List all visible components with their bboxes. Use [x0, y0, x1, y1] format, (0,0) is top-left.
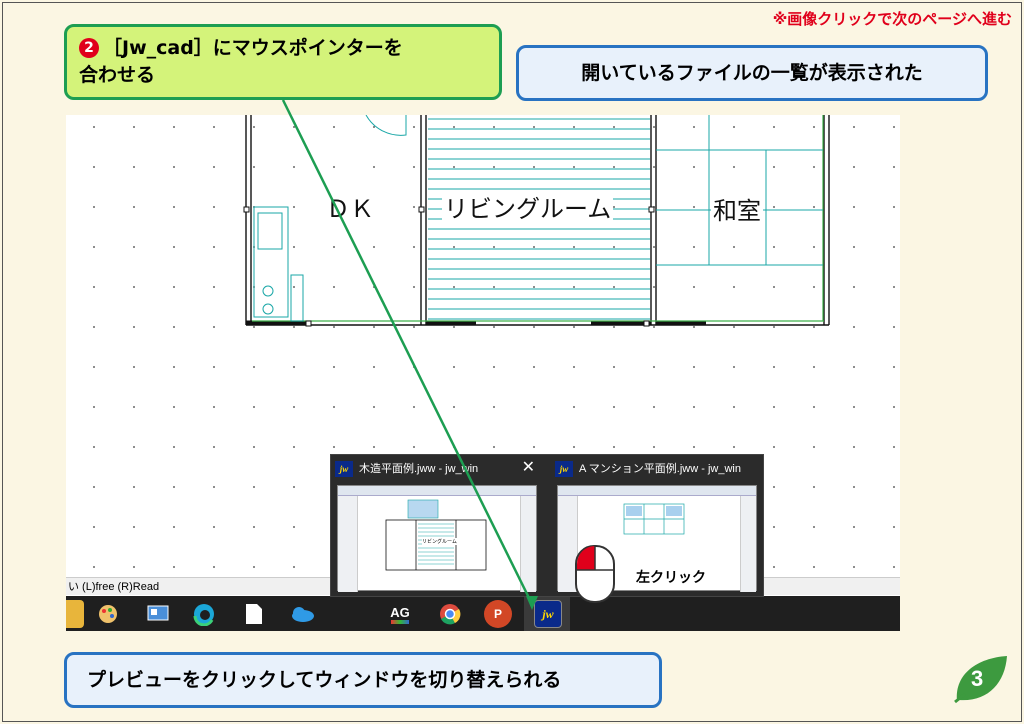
step-text-line2: 合わせる — [79, 64, 156, 86]
app-icon[interactable] — [144, 600, 172, 628]
jwcad-icon: jw — [555, 461, 573, 477]
file-icon[interactable] — [240, 600, 268, 628]
room-label-dk: ＤＫ — [324, 195, 376, 223]
onedrive-icon[interactable] — [288, 600, 316, 628]
step-text-line1: ［Jw_cad］にマウスポインターを — [103, 37, 403, 59]
folder-icon[interactable] — [66, 600, 84, 628]
mouse-icon — [575, 545, 615, 603]
preview-title-row: jw A マンション平面例.jww - jw_win — [555, 457, 755, 481]
preview-title-1: 木造平面例.jww - jw_win — [359, 463, 479, 475]
preview-card-1[interactable]: jw 木造平面例.jww - jw_win ✕ リビングルーム — [331, 455, 541, 598]
powerpoint-icon[interactable]: P — [484, 600, 512, 628]
room-label-living: リビングルーム — [442, 195, 614, 223]
chrome-icon[interactable] — [436, 600, 464, 628]
edge-icon[interactable] — [190, 600, 218, 628]
thumb-label-living: リビングルーム — [422, 538, 457, 545]
jwcad-icon[interactable]: jw — [534, 600, 562, 628]
info-callout-bottom: プレビューをクリックしてウィンドウを切り替えられる — [64, 652, 662, 708]
preview-title-row: jw 木造平面例.jww - jw_win — [335, 457, 535, 481]
close-icon[interactable]: ✕ — [522, 459, 535, 475]
page-number: 3 — [971, 666, 984, 691]
room-label-washitsu: 和室 — [711, 197, 763, 225]
windows-taskbar: AG P jw — [66, 596, 900, 631]
preview-title-2: A マンション平面例.jww - jw_win — [579, 463, 741, 475]
page-number-leaf: 3 — [951, 654, 1009, 704]
step-number-badge: 2 — [79, 38, 99, 58]
step-callout: 2 ［Jw_cad］にマウスポインターを 合わせる — [64, 24, 502, 100]
preview-thumbnail-1[interactable]: リビングルーム — [337, 485, 537, 592]
left-click-label: 左クリック — [630, 565, 712, 589]
next-page-note[interactable]: ※画像クリックで次のページへ進む — [773, 8, 1012, 29]
info-callout-top: 開いているファイルの一覧が表示された — [516, 45, 988, 101]
paint-icon[interactable] — [94, 600, 122, 628]
ag-icon[interactable]: AG — [386, 600, 414, 628]
jwcad-icon: jw — [335, 461, 353, 477]
